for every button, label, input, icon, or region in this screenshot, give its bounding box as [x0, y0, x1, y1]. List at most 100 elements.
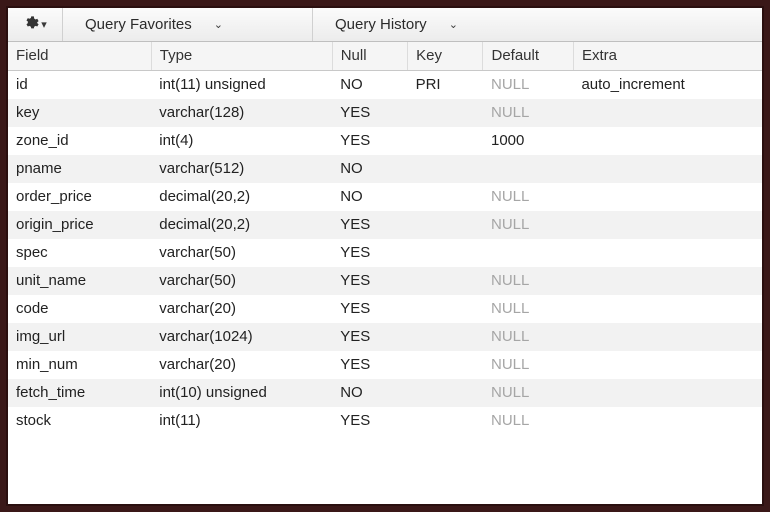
table-structure: Field Type Null Key Default Extra idint(…	[8, 42, 762, 504]
cell-key	[408, 323, 483, 351]
toolbar: ▾ Query Favorites ⌄ Query History ⌄	[8, 8, 762, 42]
cell-field: fetch_time	[8, 379, 151, 407]
table-row[interactable]: fetch_timeint(10) unsignedNO NULL	[8, 379, 762, 407]
cell-type: varchar(20)	[151, 351, 332, 379]
chevron-down-icon: ⌄	[449, 18, 458, 31]
query-favorites-menu[interactable]: Query Favorites ⌄	[63, 8, 313, 41]
cell-extra	[573, 323, 762, 351]
cell-field: order_price	[8, 183, 151, 211]
col-null[interactable]: Null	[332, 42, 407, 71]
cell-type: int(11)	[151, 407, 332, 435]
cell-extra	[573, 211, 762, 239]
query-favorites-label: Query Favorites	[85, 16, 192, 33]
col-type[interactable]: Type	[151, 42, 332, 71]
cell-null: NO	[332, 183, 407, 211]
cell-type: varchar(1024)	[151, 323, 332, 351]
cell-null: YES	[332, 99, 407, 127]
cell-field: pname	[8, 155, 151, 183]
table-row[interactable]: order_pricedecimal(20,2)NO NULL	[8, 183, 762, 211]
cell-field: code	[8, 295, 151, 323]
query-history-label: Query History	[335, 16, 427, 33]
table-row[interactable]: specvarchar(50)YES	[8, 239, 762, 267]
cell-default: NULL	[483, 351, 573, 379]
cell-extra	[573, 295, 762, 323]
cell-field: stock	[8, 407, 151, 435]
cell-null: YES	[332, 239, 407, 267]
col-field[interactable]: Field	[8, 42, 151, 71]
cell-field: key	[8, 99, 151, 127]
cell-type: varchar(20)	[151, 295, 332, 323]
cell-extra	[573, 155, 762, 183]
table-row[interactable]: idint(11) unsignedNOPRINULLauto_incremen…	[8, 71, 762, 100]
table-row[interactable]: unit_namevarchar(50)YESNULL	[8, 267, 762, 295]
cell-default: NULL	[483, 323, 573, 351]
cell-default: NULL	[483, 407, 573, 435]
gear-icon	[23, 15, 39, 35]
cell-key	[408, 127, 483, 155]
col-extra[interactable]: Extra	[573, 42, 762, 71]
cell-default	[483, 239, 573, 267]
cell-type: int(10) unsigned	[151, 379, 332, 407]
query-history-menu[interactable]: Query History ⌄	[313, 8, 762, 41]
cell-key	[408, 407, 483, 435]
cell-key	[408, 267, 483, 295]
cell-field: img_url	[8, 323, 151, 351]
cell-field: zone_id	[8, 127, 151, 155]
cell-type: decimal(20,2)	[151, 183, 332, 211]
cell-key	[408, 351, 483, 379]
cell-extra	[573, 99, 762, 127]
cell-type: varchar(50)	[151, 239, 332, 267]
table-row[interactable]: codevarchar(20)YES NULL	[8, 295, 762, 323]
cell-default: 1000	[483, 127, 573, 155]
cell-key	[408, 183, 483, 211]
cell-null: YES	[332, 407, 407, 435]
table-row[interactable]: pnamevarchar(512)NO	[8, 155, 762, 183]
cell-null: YES	[332, 267, 407, 295]
cell-key	[408, 239, 483, 267]
cell-field: id	[8, 71, 151, 100]
cell-null: YES	[332, 323, 407, 351]
table-row[interactable]: min_numvarchar(20)YESNULL	[8, 351, 762, 379]
cell-type: varchar(512)	[151, 155, 332, 183]
cell-key	[408, 155, 483, 183]
cell-key: PRI	[408, 71, 483, 100]
col-default[interactable]: Default	[483, 42, 573, 71]
cell-null: YES	[332, 127, 407, 155]
cell-type: varchar(128)	[151, 99, 332, 127]
cell-default: NULL	[483, 295, 573, 323]
cell-extra	[573, 351, 762, 379]
cell-default: NULL	[483, 211, 573, 239]
cell-null: NO	[332, 155, 407, 183]
cell-default: NULL	[483, 379, 573, 407]
cell-default: NULL	[483, 183, 573, 211]
cell-field: spec	[8, 239, 151, 267]
cell-key	[408, 99, 483, 127]
cell-type: int(11) unsigned	[151, 71, 332, 100]
cell-key	[408, 379, 483, 407]
cell-null: YES	[332, 295, 407, 323]
cell-type: varchar(50)	[151, 267, 332, 295]
cell-field: min_num	[8, 351, 151, 379]
cell-extra	[573, 183, 762, 211]
table-row[interactable]: img_urlvarchar(1024)YES NULL	[8, 323, 762, 351]
table-row[interactable]: stockint(11)YES NULL	[8, 407, 762, 435]
cell-extra	[573, 379, 762, 407]
cell-default: NULL	[483, 71, 573, 100]
cell-null: NO	[332, 71, 407, 100]
action-menu-button[interactable]: ▾	[8, 8, 63, 41]
cell-field: unit_name	[8, 267, 151, 295]
cell-default	[483, 155, 573, 183]
cell-field: origin_price	[8, 211, 151, 239]
table-row[interactable]: origin_pricedecimal(20,2)YESNULL	[8, 211, 762, 239]
header-row: Field Type Null Key Default Extra	[8, 42, 762, 71]
table-row[interactable]: keyvarchar(128)YESNULL	[8, 99, 762, 127]
structure-table: Field Type Null Key Default Extra idint(…	[8, 42, 762, 435]
table-row[interactable]: zone_idint(4)YES1000	[8, 127, 762, 155]
cell-null: NO	[332, 379, 407, 407]
chevron-down-icon: ⌄	[214, 18, 223, 31]
cell-extra: auto_increment	[573, 71, 762, 100]
cell-extra	[573, 127, 762, 155]
col-key[interactable]: Key	[408, 42, 483, 71]
chevron-down-icon: ▾	[41, 18, 47, 31]
cell-extra	[573, 267, 762, 295]
